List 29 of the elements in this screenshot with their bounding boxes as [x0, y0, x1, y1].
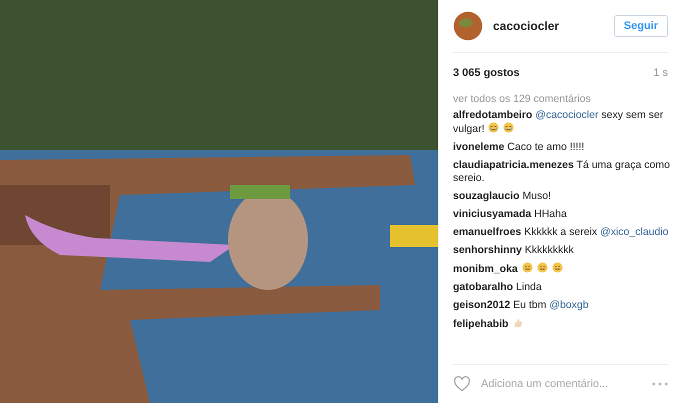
comment-text: ivoneleme Caco te amo !!!!! [453, 141, 586, 154]
heart-icon[interactable] [453, 376, 471, 392]
grinning-face-icon [536, 262, 548, 273]
crying-face-icon [503, 122, 514, 133]
mention-link[interactable]: @cacociocler [535, 109, 598, 121]
view-all-comments-link[interactable]: ver todos os 129 comentários [453, 93, 670, 106]
avatar[interactable] [453, 11, 483, 41]
mention-link[interactable]: @boxgb [549, 299, 589, 311]
post-time: 1 s [653, 67, 668, 79]
username[interactable]: cacociocler [493, 19, 604, 33]
grinning-face-icon [552, 262, 563, 273]
comment-text: gatobaralho Linda [453, 281, 543, 294]
likes-count[interactable]: 3 065 gostos [453, 67, 520, 79]
mention-link[interactable]: @xico_claudio [600, 226, 669, 238]
comment-text: monibm_oka [453, 262, 670, 276]
follow-button[interactable]: Seguir [614, 15, 668, 37]
thumbs-up-icon [512, 317, 524, 328]
comment-text: alfredotambeiro @cacociocler sexy sem ser vulgar! [453, 109, 664, 136]
comment-text: geison2012 Eu tbm @boxgb [453, 299, 590, 312]
more-options-icon[interactable] [652, 382, 668, 386]
comment-text: emanuelfroes Kkkkkk a sereix @xico_claudio [453, 226, 670, 239]
comment-text: felipehabib [453, 317, 670, 331]
comment-text: souzaglaucio Muso! [453, 190, 552, 203]
comment-text: viniciusyamada HHaha [453, 208, 568, 221]
comment-input-field[interactable]: Adiciona um comentário... [479, 377, 644, 391]
comment-text: senhorshinny Kkkkkkkkk [453, 244, 575, 257]
crying-face-icon [488, 122, 500, 133]
grinning-face-icon [522, 262, 533, 273]
comment-text: claudiapatricia.menezes Tá uma graça como sereio. [453, 159, 670, 185]
